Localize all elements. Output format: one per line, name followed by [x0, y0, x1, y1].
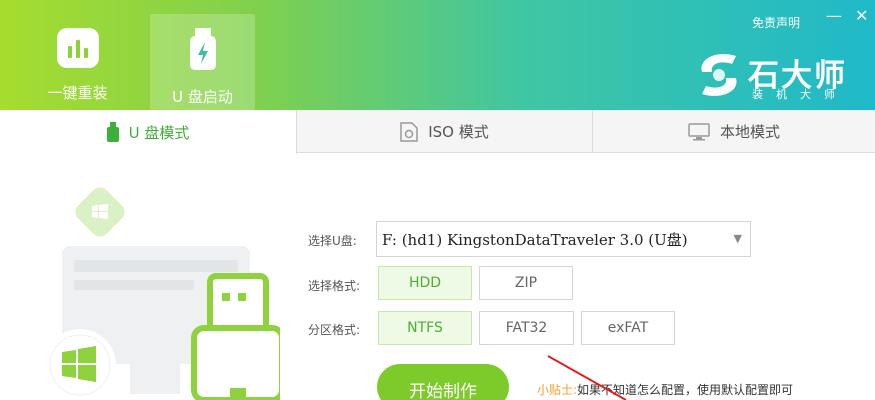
- usb-select-label: 选择U盘:: [308, 234, 357, 248]
- partition-fat32-button[interactable]: FAT32: [479, 311, 574, 345]
- app-header: 一键重装 U 盘启动 免责声明 — ✕ 石大师 装机大师: [0, 0, 875, 110]
- disclaimer-link[interactable]: 免责声明: [752, 14, 800, 31]
- monitor-icon: [688, 122, 710, 141]
- iso-file-icon: [400, 121, 418, 142]
- brand-logo: 石大师 装机大师: [696, 50, 856, 101]
- tab-label: 本地模式: [719, 123, 780, 141]
- start-making-button[interactable]: 开始制作: [377, 364, 509, 400]
- chevron-down-icon: ▼: [733, 232, 742, 245]
- tab-one-click-reinstall[interactable]: 一键重装: [25, 14, 130, 110]
- minimize-button[interactable]: —: [826, 6, 842, 25]
- brand-mark-icon: [701, 53, 737, 97]
- tab-label: U 盘模式: [128, 123, 190, 142]
- usb-icon: [106, 122, 119, 142]
- partition-ntfs-button[interactable]: NTFS: [378, 311, 472, 345]
- usb-drive-select[interactable]: F: (hd1) KingstonDataTraveler 3.0 (U盘) ▼: [376, 221, 751, 257]
- usb-illustration: [40, 180, 285, 400]
- tab-usb-mode[interactable]: U 盘模式: [0, 110, 297, 154]
- partition-exfat-button[interactable]: exFAT: [581, 311, 675, 345]
- close-button[interactable]: ✕: [855, 6, 868, 25]
- format-label: 选择格式:: [308, 279, 361, 293]
- tab-label: U 盘启动: [172, 88, 233, 106]
- usb-drive-value: F: (hd1) KingstonDataTraveler 3.0 (U盘): [382, 230, 688, 249]
- tab-label: ISO 模式: [428, 123, 489, 141]
- chart-icon: [56, 28, 99, 68]
- tab-label: 一键重装: [47, 84, 108, 102]
- partition-label: 分区格式:: [308, 323, 361, 337]
- red-arrow-annotation: [547, 355, 627, 400]
- tab-usb-boot[interactable]: U 盘启动: [150, 14, 255, 110]
- format-zip-button[interactable]: ZIP: [479, 266, 573, 300]
- tab-local-mode[interactable]: 本地模式: [593, 110, 875, 153]
- format-hdd-button[interactable]: HDD: [378, 266, 472, 300]
- usb-lightning-icon: [181, 28, 225, 72]
- tab-iso-mode[interactable]: ISO 模式: [297, 110, 593, 153]
- mode-tabs: U 盘模式 ISO 模式 本地模式: [0, 110, 875, 154]
- brand-subtitle: 装机大师: [752, 88, 848, 101]
